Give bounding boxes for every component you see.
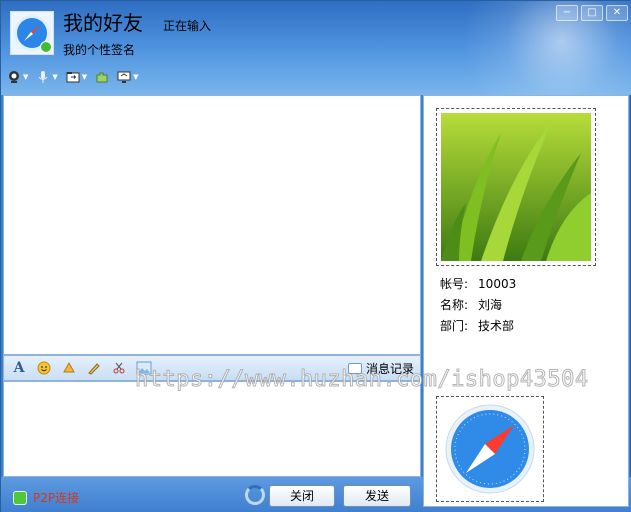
screenshot-button[interactable] xyxy=(110,359,128,377)
account-value: 10003 xyxy=(478,277,517,291)
voice-button[interactable]: ▼ xyxy=(34,68,59,86)
webcam-icon xyxy=(9,71,19,83)
font-button[interactable]: A xyxy=(10,359,28,377)
contact-name: 我的好友 xyxy=(63,11,143,35)
chevron-down-icon[interactable]: ▼ xyxy=(82,73,87,81)
puzzle-icon xyxy=(96,72,108,83)
message-input[interactable] xyxy=(3,381,421,477)
minimize-button[interactable]: − xyxy=(556,5,578,21)
chevron-down-icon[interactable]: ▼ xyxy=(23,73,28,81)
contact-photo xyxy=(436,108,596,266)
p2p-status-icon xyxy=(13,490,27,505)
message-history-pane[interactable] xyxy=(3,95,421,355)
brush-icon xyxy=(88,363,100,375)
brush-button[interactable] xyxy=(85,359,103,377)
profile-row-dept: 部门: 技术部 xyxy=(440,316,516,337)
shake-button[interactable] xyxy=(60,359,78,377)
profile-row-name: 名称: 刘海 xyxy=(440,295,516,316)
maximize-button[interactable]: □ xyxy=(581,5,603,21)
contact-logo xyxy=(436,396,544,502)
message-history-label: 消息记录 xyxy=(365,362,414,376)
loading-spinner-icon xyxy=(245,485,265,505)
screen-share-button[interactable]: ▼ xyxy=(115,68,140,86)
webcam-button[interactable]: ▼ xyxy=(5,68,30,86)
font-icon: A xyxy=(13,360,25,376)
window-controls: − □ ✕ xyxy=(556,5,628,21)
emoji-icon xyxy=(37,361,51,375)
close-window-button[interactable]: ✕ xyxy=(606,5,628,21)
message-history-button[interactable]: 消息记录 xyxy=(347,360,414,377)
personal-signature: 我的个性签名 xyxy=(63,43,136,57)
name-value: 刘海 xyxy=(478,298,503,312)
dept-value: 技术部 xyxy=(478,319,515,333)
format-toolbar: A 消息记录 xyxy=(3,355,421,381)
p2p-status: P2P连接 xyxy=(13,489,79,506)
folder-icon xyxy=(66,72,80,83)
microphone-icon xyxy=(39,71,48,83)
grass-photo xyxy=(441,113,591,261)
p2p-label: P2P连接 xyxy=(33,491,80,505)
profile-row-account: 帐号: 10003 xyxy=(440,274,516,295)
emoji-button[interactable] xyxy=(35,359,53,377)
scissors-icon xyxy=(113,362,125,374)
file-transfer-button[interactable]: ▼ xyxy=(64,68,89,86)
chevron-down-icon[interactable]: ▼ xyxy=(52,73,57,81)
account-label: 帐号: xyxy=(440,277,469,291)
close-button[interactable]: 关闭 xyxy=(269,485,335,507)
contact-profile-panel: 帐号: 10003 名称: 刘海 部门: 技术部 xyxy=(423,95,629,507)
typing-status: 正在输入 xyxy=(163,19,212,33)
screen-share-icon xyxy=(117,71,131,83)
name-label: 名称: xyxy=(440,298,469,312)
title-bar: 我的好友 正在输入 我的个性签名 − □ ✕ ▼ ▼ ▼ ▼ xyxy=(1,1,631,95)
image-button[interactable] xyxy=(135,359,153,377)
shake-icon xyxy=(63,361,75,373)
chat-window: 我的好友 正在输入 我的个性签名 − □ ✕ ▼ ▼ ▼ ▼ A 消息记录 P2… xyxy=(0,0,631,512)
app-button[interactable] xyxy=(93,68,111,86)
send-button[interactable]: 发送 xyxy=(343,485,411,507)
image-icon xyxy=(136,361,152,375)
online-status-icon xyxy=(40,41,52,53)
contact-avatar[interactable] xyxy=(10,11,54,55)
profile-info: 帐号: 10003 名称: 刘海 部门: 技术部 xyxy=(440,274,516,337)
chevron-down-icon[interactable]: ▼ xyxy=(133,73,138,81)
chat-toolbar: ▼ ▼ ▼ ▼ xyxy=(5,67,141,87)
compass-icon xyxy=(445,404,535,494)
chat-bubble-icon xyxy=(347,363,362,374)
dept-label: 部门: xyxy=(440,319,469,333)
